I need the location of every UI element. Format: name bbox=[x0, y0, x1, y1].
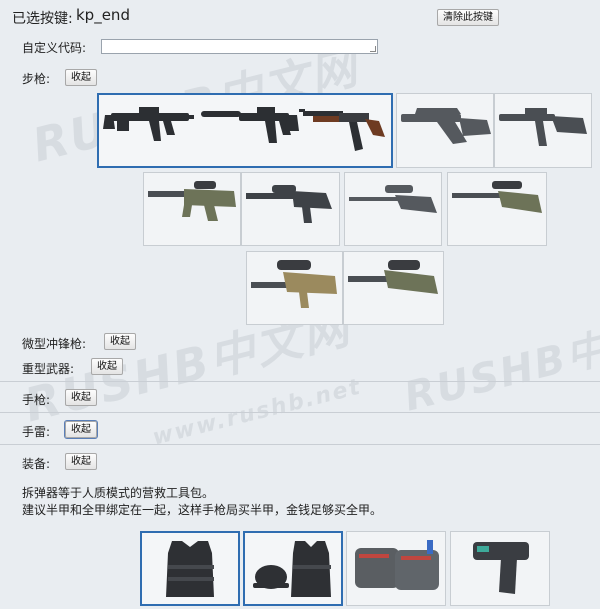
custom-code-textarea[interactable] bbox=[101, 39, 378, 54]
galil-icon bbox=[499, 108, 587, 146]
m4a4-icon bbox=[103, 107, 194, 141]
ak47-icon bbox=[299, 109, 385, 151]
m4a1s-icon bbox=[201, 107, 299, 143]
pistols-label: 手枪: bbox=[22, 393, 51, 407]
rifles-collapse-button[interactable]: 收起 bbox=[65, 69, 97, 86]
zeus-taser-icon bbox=[473, 542, 529, 594]
equipment-card-zeus[interactable] bbox=[450, 531, 550, 606]
grenades-collapse-button[interactable]: 收起 bbox=[64, 420, 98, 439]
equipment-desc-line-1: 拆弹器等于人质模式的营救工具包。 bbox=[22, 486, 215, 500]
grenades-label: 手雷: bbox=[22, 425, 51, 439]
equipment-desc-line-2: 建议半甲和全甲绑定在一起，这样手枪局买半甲，金钱足够买全甲。 bbox=[22, 503, 383, 517]
rifle-card-aug[interactable] bbox=[143, 172, 241, 246]
awp-icon bbox=[452, 181, 542, 213]
equipment-card-vest[interactable] bbox=[140, 531, 240, 606]
equipment-collapse-button[interactable]: 收起 bbox=[65, 453, 97, 470]
selected-key-value: kp_end bbox=[76, 6, 130, 24]
rifles-label: 步枪: bbox=[22, 72, 51, 86]
rifle-card-famas[interactable] bbox=[396, 93, 494, 168]
rifle-card-scar20[interactable] bbox=[246, 251, 343, 325]
rifle-card-galil[interactable] bbox=[494, 93, 592, 168]
selected-key-label: 已选按键: bbox=[12, 11, 73, 27]
kevlar-vest-icon bbox=[166, 541, 214, 597]
section-divider bbox=[0, 381, 600, 382]
equipment-card-defuse-kit[interactable] bbox=[346, 531, 446, 606]
sg553-icon bbox=[246, 185, 332, 223]
smg-collapse-button[interactable]: 收起 bbox=[104, 333, 136, 350]
heavy-collapse-button[interactable]: 收起 bbox=[91, 358, 123, 375]
custom-code-label: 自定义代码: bbox=[22, 41, 87, 55]
famas-icon bbox=[401, 108, 491, 144]
equipment-label: 装备: bbox=[22, 457, 51, 471]
scar20-icon bbox=[251, 260, 337, 308]
g3sg1-icon bbox=[348, 260, 438, 294]
rifle-card-sg553[interactable] bbox=[241, 172, 340, 246]
rifle-card-ssg08[interactable] bbox=[344, 172, 442, 246]
clear-key-button[interactable]: 清除此按键 bbox=[437, 9, 499, 26]
section-divider bbox=[0, 444, 600, 445]
rifle-card-awp[interactable] bbox=[447, 172, 547, 246]
kevlar-helmet-icon bbox=[253, 541, 331, 597]
ssg08-icon bbox=[349, 185, 437, 213]
defuse-kit-icon bbox=[355, 540, 439, 590]
rifle-card-m4-ak[interactable] bbox=[97, 93, 393, 168]
heavy-label: 重型武器: bbox=[22, 362, 75, 376]
aug-icon bbox=[148, 181, 236, 221]
equipment-card-vest-helmet[interactable] bbox=[243, 531, 343, 606]
rifle-card-g3sg1[interactable] bbox=[343, 251, 444, 325]
pistols-collapse-button[interactable]: 收起 bbox=[65, 389, 97, 406]
resize-grip-icon[interactable] bbox=[370, 46, 376, 52]
section-divider bbox=[0, 412, 600, 413]
smg-label: 微型冲锋枪: bbox=[22, 337, 87, 351]
